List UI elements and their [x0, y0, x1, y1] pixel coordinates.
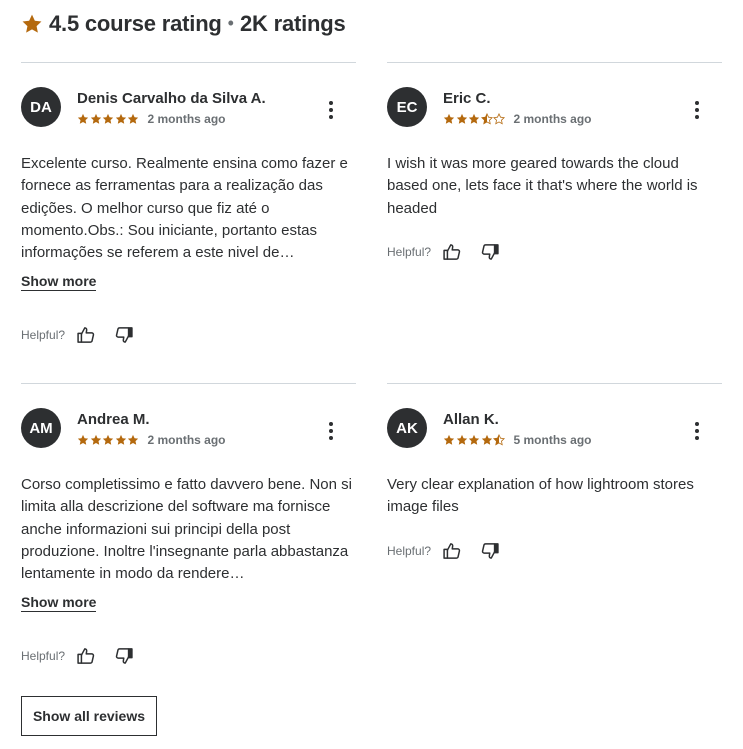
review-date: 5 months ago: [513, 433, 592, 447]
helpful-row: Helpful?: [21, 324, 151, 346]
reviewer-name: Andrea M.: [77, 411, 150, 428]
helpful-label: Helpful?: [387, 544, 432, 558]
avatar: AM: [21, 408, 61, 448]
star-full-icon: [127, 434, 139, 445]
star-full-icon: [127, 113, 139, 124]
review-card: EC Eric C. 2 months ago I wish it was mo…: [387, 62, 722, 342]
rating-summary: 4.5 course rating • 2K ratings: [21, 10, 346, 38]
star-full-icon: [468, 113, 480, 124]
review-date: 2 months ago: [147, 112, 226, 126]
review-date: 2 months ago: [513, 112, 592, 126]
thumbs-down-icon[interactable]: [113, 645, 135, 667]
thumbs-up-icon[interactable]: [441, 540, 463, 562]
review-card: DA Denis Carvalho da Silva A. 2 months a…: [21, 62, 356, 343]
star-full-icon: [443, 113, 455, 124]
helpful-label: Helpful?: [21, 328, 66, 342]
helpful-row: Helpful?: [387, 540, 517, 562]
more-vertical-icon[interactable]: [692, 101, 702, 119]
thumbs-down-icon[interactable]: [479, 540, 501, 562]
star-empty-icon: [493, 113, 505, 125]
helpful-row: Helpful?: [387, 241, 517, 263]
review-card: AK Allan K. 5 months ago Very clear expl…: [387, 383, 722, 663]
star-full-icon: [115, 113, 126, 124]
star-half-icon: [480, 113, 493, 125]
separator-dot: •: [227, 12, 234, 33]
avatar: AK: [387, 408, 427, 448]
thumbs-up-icon[interactable]: [441, 241, 463, 263]
ratings-count-label: 2K ratings: [239, 11, 346, 36]
more-vertical-icon[interactable]: [326, 101, 336, 119]
helpful-label: Helpful?: [387, 245, 432, 259]
helpful-label: Helpful?: [21, 649, 66, 663]
star-full-icon: [102, 113, 114, 124]
thumbs-up-icon[interactable]: [75, 645, 97, 667]
reviewer-name: Denis Carvalho da Silva A.: [77, 90, 266, 107]
star-rating: [443, 434, 506, 446]
thumbs-up-icon[interactable]: [75, 324, 97, 346]
review-date: 2 months ago: [147, 433, 226, 447]
show-all-reviews-button[interactable]: Show all reviews: [21, 696, 157, 736]
reviewer-name: Allan K.: [443, 411, 499, 428]
star-full-icon: [443, 434, 455, 445]
star-full-icon: [456, 434, 467, 445]
reviewer-name: Eric C.: [443, 90, 491, 107]
more-vertical-icon[interactable]: [692, 422, 702, 440]
course-rating-label: 4.5 course rating: [49, 11, 222, 36]
review-card: AM Andrea M. 2 months ago Corso completi…: [21, 383, 356, 664]
star-rating: [77, 434, 140, 446]
review-text: Very clear explanation of how lightroom …: [387, 476, 694, 516]
helpful-row: Helpful?: [21, 645, 151, 667]
thumbs-down-icon[interactable]: [113, 324, 135, 346]
star-half-icon: [493, 434, 505, 446]
star-full-icon: [90, 113, 101, 124]
show-more-button[interactable]: Show more: [21, 594, 97, 612]
avatar: DA: [21, 87, 61, 127]
review-text: Excelente curso. Realmente ensina como f…: [21, 155, 348, 262]
star-rating: [443, 113, 506, 125]
star-full-icon: [481, 434, 492, 445]
show-more-button[interactable]: Show more: [21, 273, 97, 291]
star-full-icon: [77, 113, 89, 124]
avatar: EC: [387, 87, 427, 127]
star-full-icon: [90, 434, 101, 445]
star-full-icon: [456, 113, 467, 124]
star-full-icon: [102, 434, 114, 445]
more-vertical-icon[interactable]: [326, 422, 336, 440]
star-rating: [77, 113, 140, 125]
star-icon: [22, 14, 42, 33]
review-text: Corso completissimo e fatto davvero bene…: [21, 476, 352, 583]
thumbs-down-icon[interactable]: [479, 241, 501, 263]
star-full-icon: [77, 434, 89, 445]
star-full-icon: [115, 434, 126, 445]
star-full-icon: [468, 434, 480, 445]
review-text: I wish it was more geared towards the cl…: [387, 155, 698, 217]
